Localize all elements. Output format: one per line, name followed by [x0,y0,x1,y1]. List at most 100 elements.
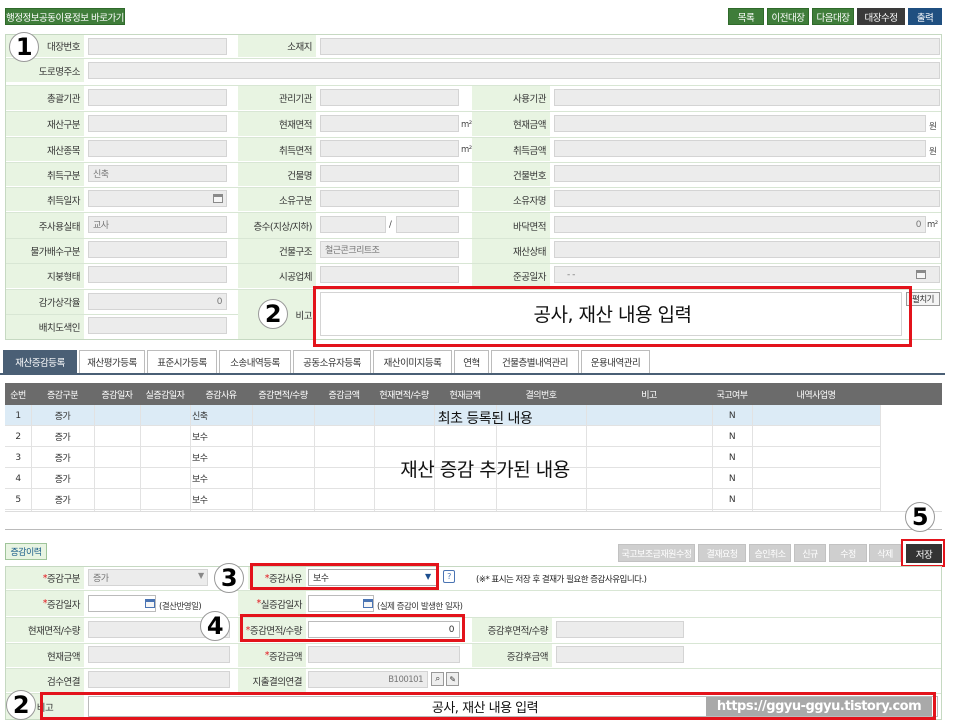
asset-kind-field[interactable] [88,140,227,157]
road-address-label: 도로명주소 [6,59,84,82]
subsidy-edit-button[interactable]: 국고보조금재원수정 [618,544,695,562]
change-date-hint: (결산반영일) [159,602,202,612]
asset-class-field[interactable] [88,115,227,132]
location-field[interactable] [320,38,940,55]
print-button[interactable]: 출력 [908,8,942,25]
change-history-button[interactable]: 증감이력 [5,543,47,560]
contractor-label: 시공업체 [238,264,316,288]
notice-text: (※* 표시는 저장 후 결재가 필요한 증감사유입니다.) [476,575,647,585]
use-agency-field[interactable] [554,89,940,106]
acq-value-field[interactable] [554,140,926,157]
search-icon[interactable]: ⌕ [431,672,444,686]
building-no-label: 건물번호 [472,163,550,186]
after-qty-field[interactable] [556,621,684,638]
table-row[interactable]: 5 증가 보수 N [5,489,880,510]
col-change-qty: 증감면적/수량 [258,390,308,401]
next-ledger-button[interactable]: 다음대장 [812,8,854,25]
cancel-approval-button[interactable]: 승인취소 [749,544,791,562]
floors-slash: / [389,220,392,230]
calendar-icon[interactable] [916,270,926,279]
building-name-field[interactable] [320,165,459,182]
approval-request-button[interactable]: 결재요청 [698,544,746,562]
col-note: 비고 [641,390,657,401]
tab-history[interactable]: 연혁 [454,350,489,373]
current-amount-field[interactable] [88,646,230,663]
tab-operation[interactable]: 운용내역관리 [581,350,650,373]
new-button[interactable]: 신규 [794,544,826,562]
floors-above-field[interactable] [320,216,386,233]
asset-status-label: 재산상태 [472,239,550,263]
inspection-field[interactable] [88,671,230,688]
manage-agency-field[interactable] [320,89,459,106]
floor-area-field[interactable]: 0 [554,216,926,233]
calendar-icon[interactable] [145,599,155,608]
road-address-field[interactable] [88,62,940,79]
price-class-label: 물가배수구분 [6,239,84,263]
tab-asset-image[interactable]: 재산이미지등록 [373,350,452,373]
admin-info-link-button[interactable]: 행정정보공동이용정보 바로가기 [5,8,125,25]
main-use-field[interactable]: 교사 [88,216,227,233]
tab-standard-price[interactable]: 표준시가등록 [147,350,217,373]
calendar-icon[interactable] [363,599,373,608]
general-agency-field[interactable] [88,89,227,106]
asset-status-field[interactable] [554,241,940,258]
real-change-date-label: * 실증감일자 [238,591,306,616]
depreciation-label: 감가상각율 [6,290,84,314]
price-class-field[interactable] [88,241,227,258]
change-amount-label: * 증감금액 [238,644,306,667]
modify-button[interactable]: 수정 [829,544,867,562]
acq-value-label: 취득금액 [472,138,550,161]
chevron-down-icon: ▼ [198,571,204,580]
asset-no-field[interactable] [88,38,227,55]
building-no-field[interactable] [554,165,940,182]
tab-asset-change[interactable]: 재산증감등록 [3,350,77,373]
floor-area-unit: m² [927,220,938,230]
delete-button[interactable]: 삭제 [869,544,901,562]
complete-date-field[interactable]: - - [554,266,940,283]
tab-building-floor[interactable]: 건물층별내역관리 [491,350,579,373]
acq-type-label: 취득구분 [6,163,84,186]
contractor-field[interactable] [320,266,459,283]
acq-area-field[interactable] [320,140,459,157]
marker-4: 4 [200,611,230,641]
structure-field[interactable]: 철근콘크리트조 [320,241,459,258]
owner-class-field[interactable] [320,190,459,207]
current-area-label: 현재면적 [238,112,316,136]
drawing-color-field[interactable] [88,317,227,334]
change-type-select[interactable]: 증가 [88,569,208,586]
table-row[interactable]: 2 증가 보수 N [5,426,880,447]
table-scroll-area[interactable] [5,511,942,530]
current-area-field[interactable] [320,115,459,132]
col-project-name: 내역사업명 [796,390,836,401]
tab-asset-evaluation[interactable]: 재산평가등록 [79,350,145,373]
col-current-qty: 현재면적/수량 [379,390,429,401]
acq-type-field[interactable]: 신축 [88,165,227,182]
change-amount-field[interactable] [308,646,460,663]
building-name-label: 건물명 [238,163,316,186]
tab-co-owner[interactable]: 공동소유자등록 [293,350,371,373]
roof-type-field[interactable] [88,266,227,283]
acq-date-field[interactable] [88,190,227,207]
edit-ledger-button[interactable]: 대장수정 [857,8,905,25]
owner-class-label: 소유구분 [238,188,316,211]
current-value-field[interactable] [554,115,926,132]
main-use-label: 주사용실태 [6,213,84,238]
real-change-date-hint: (실제 증감이 발생한 일자) [377,602,463,612]
tab-lawsuit[interactable]: 소송내역등록 [219,350,291,373]
after-amount-field[interactable] [556,646,684,663]
added-rows-overlay-text: 재산 증감 추가된 내용 [400,459,570,481]
floors-below-field[interactable] [396,216,459,233]
owner-name-field[interactable] [554,190,940,207]
expense-link-field[interactable]: B100101 [308,671,428,688]
search-icon[interactable]: ? [443,570,455,583]
calendar-icon[interactable] [213,194,223,203]
watermark-text: https://ggyu-ggyu.tistory.com [706,697,932,716]
marker-2: 2 [258,299,288,329]
list-button[interactable]: 목록 [728,8,764,25]
depreciation-field[interactable]: 0 [88,293,227,310]
col-change-type: 증감구분 [46,390,79,401]
eraser-icon[interactable]: ✎ [446,672,459,686]
asset-class-label: 재산구분 [6,112,84,136]
prev-ledger-button[interactable]: 이전대장 [767,8,809,25]
marker-3: 3 [214,563,244,593]
